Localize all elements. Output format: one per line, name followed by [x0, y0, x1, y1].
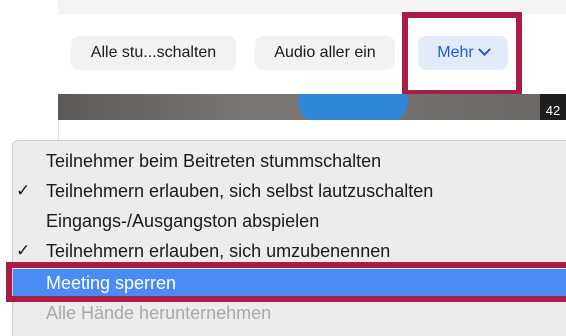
checkmark-icon: ✓ [16, 241, 31, 260]
more-dropdown-menu: Teilnehmer beim Beitreten stummschalten … [12, 140, 566, 336]
menu-item-label: Teilnehmern erlauben, sich selbst lautzu… [46, 181, 434, 201]
video-corner-number: 42 [540, 94, 566, 120]
video-thumbnail-strip: 42 [58, 94, 566, 120]
chevron-down-icon [477, 43, 491, 57]
panel-divider [58, 120, 81, 140]
toolbar-top-strip [58, 0, 566, 14]
menu-item-label: Teilnehmer beim Beitreten stummschalten [46, 151, 382, 171]
menu-item-label: Eingangs-/Ausgangston abspielen [46, 211, 320, 231]
checkmark-icon: ✓ [16, 181, 31, 200]
more-button[interactable]: Mehr [418, 36, 508, 70]
video-content-shape [298, 94, 408, 120]
participants-toolbar: Alle stu...schalten Audio aller ein Mehr [58, 0, 566, 108]
menu-item-label: Alle Hände herunternehmen [46, 303, 272, 323]
more-button-label: Mehr [437, 44, 474, 61]
mute-all-button[interactable]: Alle stu...schalten [71, 36, 236, 70]
menu-item-lower-all-hands: Alle Hände herunternehmen [13, 299, 566, 327]
menu-item-allow-rename[interactable]: ✓ Teilnehmern erlauben, sich umzubenenne… [13, 237, 566, 265]
screenshot-stage: Alle stu...schalten Audio aller ein Mehr… [0, 0, 566, 336]
menu-item-mute-on-entry[interactable]: Teilnehmer beim Beitreten stummschalten [13, 147, 566, 175]
menu-item-label: Meeting sperren [46, 273, 177, 293]
menu-item-allow-self-unmute[interactable]: ✓ Teilnehmern erlauben, sich selbst laut… [13, 177, 566, 205]
menu-item-lock-meeting[interactable]: Meeting sperren [13, 269, 566, 297]
menu-item-entry-exit-chime[interactable]: Eingangs-/Ausgangston abspielen [13, 207, 566, 235]
menu-item-label: Teilnehmern erlauben, sich umzubenennen [46, 241, 391, 261]
unmute-all-button[interactable]: Audio aller ein [255, 36, 395, 70]
